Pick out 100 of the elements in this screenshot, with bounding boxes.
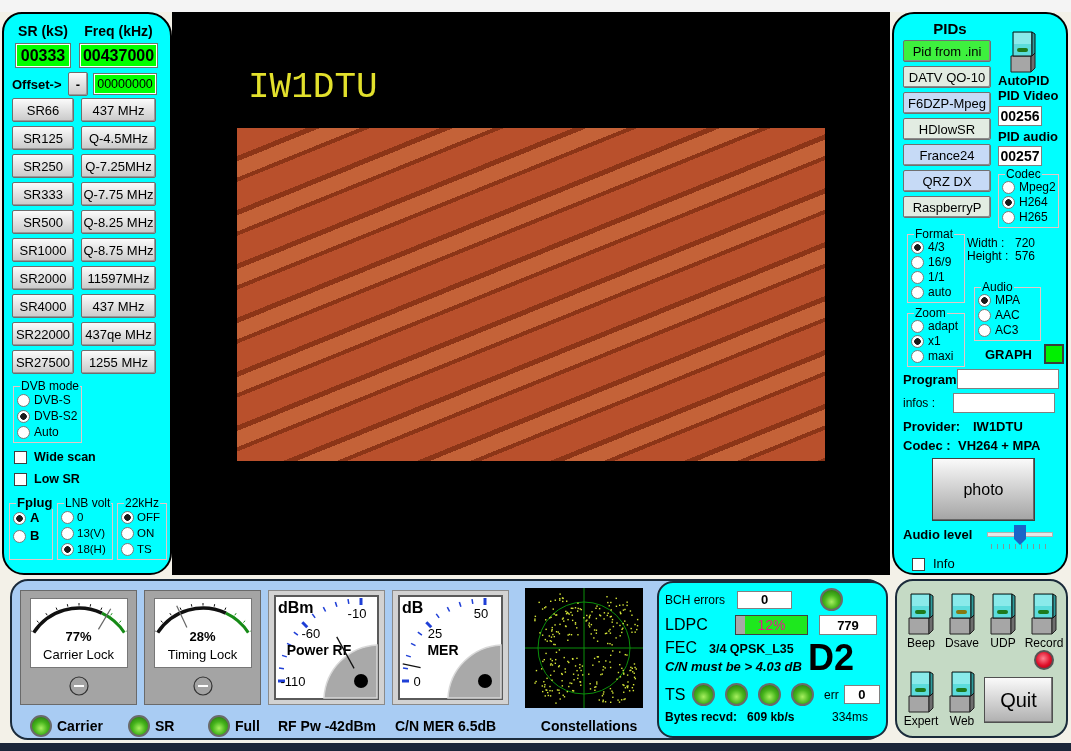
- sign-button[interactable]: -: [68, 72, 88, 96]
- pid-preset-button[interactable]: Pid from .ini: [903, 40, 991, 62]
- quit-button[interactable]: Quit: [984, 677, 1053, 723]
- frequency-button[interactable]: Q-8.25 MHz: [81, 210, 156, 234]
- radio-button[interactable]: [121, 526, 134, 540]
- radio-button[interactable]: [978, 294, 991, 307]
- audio-codec-option[interactable]: AAC: [978, 308, 1038, 323]
- zoom-option[interactable]: x1: [911, 334, 962, 349]
- slider-thumb[interactable]: [1014, 525, 1026, 545]
- offset-field[interactable]: 00000000: [93, 73, 157, 95]
- symbol-rate-button[interactable]: SR4000: [12, 294, 74, 318]
- pid-preset-button[interactable]: HDlowSR: [903, 118, 991, 140]
- format-option[interactable]: 1/1: [911, 270, 962, 285]
- tone-option[interactable]: TS: [121, 541, 164, 557]
- radio-button[interactable]: [121, 542, 134, 556]
- frequency-button[interactable]: Q-8.75 MHz: [81, 238, 156, 262]
- radio-button[interactable]: [61, 510, 74, 524]
- graph-indicator[interactable]: [1043, 344, 1064, 364]
- radio-button[interactable]: [121, 510, 134, 524]
- scan-option[interactable]: Low SR: [14, 471, 80, 487]
- radio-button[interactable]: [17, 393, 30, 407]
- frequency-button[interactable]: 437 MHz: [81, 294, 156, 318]
- pid-preset-button[interactable]: France24: [903, 144, 991, 166]
- pid-preset-button[interactable]: F6DZP-Mpeg: [903, 92, 991, 114]
- frequency-button[interactable]: 11597MHz: [81, 266, 156, 290]
- symbol-rate-field[interactable]: 00333: [15, 43, 71, 68]
- radio-button[interactable]: [978, 324, 991, 337]
- checkbox[interactable]: [14, 450, 27, 464]
- lnb-voltage-option[interactable]: 0: [61, 509, 110, 525]
- radio-button[interactable]: [911, 271, 924, 284]
- symbol-rate-button[interactable]: SR1000: [12, 238, 74, 262]
- symbol-rate-button[interactable]: SR27500: [12, 350, 74, 374]
- audio-codec-option[interactable]: AC3: [978, 323, 1038, 338]
- knob-icon[interactable]: [192, 676, 213, 696]
- symbol-rate-button[interactable]: SR66: [12, 98, 74, 122]
- photo-button[interactable]: photo: [932, 458, 1035, 521]
- radio-button[interactable]: [911, 350, 924, 363]
- radio-button[interactable]: [911, 256, 924, 269]
- symbol-rate-button[interactable]: SR333: [12, 182, 74, 206]
- toggle-switch[interactable]: UDP: [983, 593, 1023, 650]
- scan-option[interactable]: Wide scan: [14, 449, 96, 465]
- frequency-button[interactable]: Q-4.5MHz: [81, 126, 156, 150]
- tone-option[interactable]: OFF: [121, 509, 164, 525]
- dvb-mode-option[interactable]: Auto: [17, 424, 79, 440]
- audio-codec-option[interactable]: MPA: [978, 293, 1038, 308]
- toggle-switch[interactable]: Expert: [901, 671, 941, 728]
- info-option[interactable]: Info: [912, 556, 955, 572]
- format-option[interactable]: 4/3: [911, 240, 962, 255]
- pid-preset-button[interactable]: QRZ DX: [903, 170, 991, 192]
- fplug-option[interactable]: A: [13, 509, 50, 527]
- pid-preset-button[interactable]: DATV QO-10: [903, 66, 991, 88]
- symbol-rate-button[interactable]: SR500: [12, 210, 74, 234]
- audio-level-slider[interactable]: [985, 525, 1055, 550]
- checkbox[interactable]: [912, 557, 925, 571]
- radio-button[interactable]: [61, 526, 74, 540]
- symbol-rate-button[interactable]: SR2000: [12, 266, 74, 290]
- radio-button[interactable]: [1002, 196, 1015, 209]
- toggle-switch[interactable]: Beep: [901, 593, 941, 650]
- radio-button[interactable]: [911, 286, 924, 299]
- symbol-rate-button[interactable]: SR125: [12, 126, 74, 150]
- radio-button[interactable]: [911, 335, 924, 348]
- infos-field[interactable]: [953, 393, 1055, 413]
- frequency-button[interactable]: 437qe MHz: [81, 322, 156, 346]
- toggle-switch[interactable]: Web: [942, 671, 982, 728]
- radio-button[interactable]: [17, 409, 30, 423]
- pid-audio-field[interactable]: 00257: [998, 146, 1042, 166]
- radio-button[interactable]: [13, 529, 26, 543]
- knob-icon[interactable]: [68, 676, 89, 696]
- pid-video-field[interactable]: 00256: [998, 106, 1042, 126]
- dvb-mode-option[interactable]: DVB-S2: [17, 408, 79, 424]
- radio-button[interactable]: [911, 241, 924, 254]
- radio-button[interactable]: [1002, 181, 1015, 194]
- frequency-button[interactable]: Q-7.25MHz: [81, 154, 156, 178]
- symbol-rate-button[interactable]: SR250: [12, 154, 74, 178]
- codec-option[interactable]: H264: [1002, 195, 1056, 210]
- dvb-mode-option[interactable]: DVB-S: [17, 392, 79, 408]
- radio-button[interactable]: [911, 320, 924, 333]
- lnb-voltage-option[interactable]: 13(V): [61, 525, 110, 541]
- fplug-option[interactable]: B: [13, 527, 50, 545]
- frequency-button[interactable]: 437 MHz: [81, 98, 156, 122]
- checkbox[interactable]: [14, 472, 27, 486]
- radio-button[interactable]: [978, 309, 991, 322]
- pid-preset-button[interactable]: RaspberryP: [903, 196, 991, 218]
- radio-button[interactable]: [1002, 211, 1015, 224]
- program-field[interactable]: [957, 369, 1059, 389]
- toggle-switch[interactable]: Record: [1024, 593, 1064, 650]
- codec-option[interactable]: H265: [1002, 210, 1056, 225]
- symbol-rate-button[interactable]: SR22000: [12, 322, 74, 346]
- frequency-button[interactable]: Q-7.75 MHz: [81, 182, 156, 206]
- lnb-voltage-option[interactable]: 18(H): [61, 541, 110, 557]
- tone-option[interactable]: ON: [121, 525, 164, 541]
- frequency-button[interactable]: 1255 MHz: [81, 350, 156, 374]
- frequency-field[interactable]: 00437000: [79, 43, 158, 68]
- auto-pid-switch[interactable]: [1010, 31, 1036, 73]
- radio-button[interactable]: [61, 542, 74, 556]
- radio-button[interactable]: [17, 425, 30, 439]
- toggle-switch[interactable]: Dsave: [942, 593, 982, 650]
- zoom-option[interactable]: maxi: [911, 349, 962, 364]
- zoom-option[interactable]: adapt: [911, 319, 962, 334]
- format-option[interactable]: 16/9: [911, 255, 962, 270]
